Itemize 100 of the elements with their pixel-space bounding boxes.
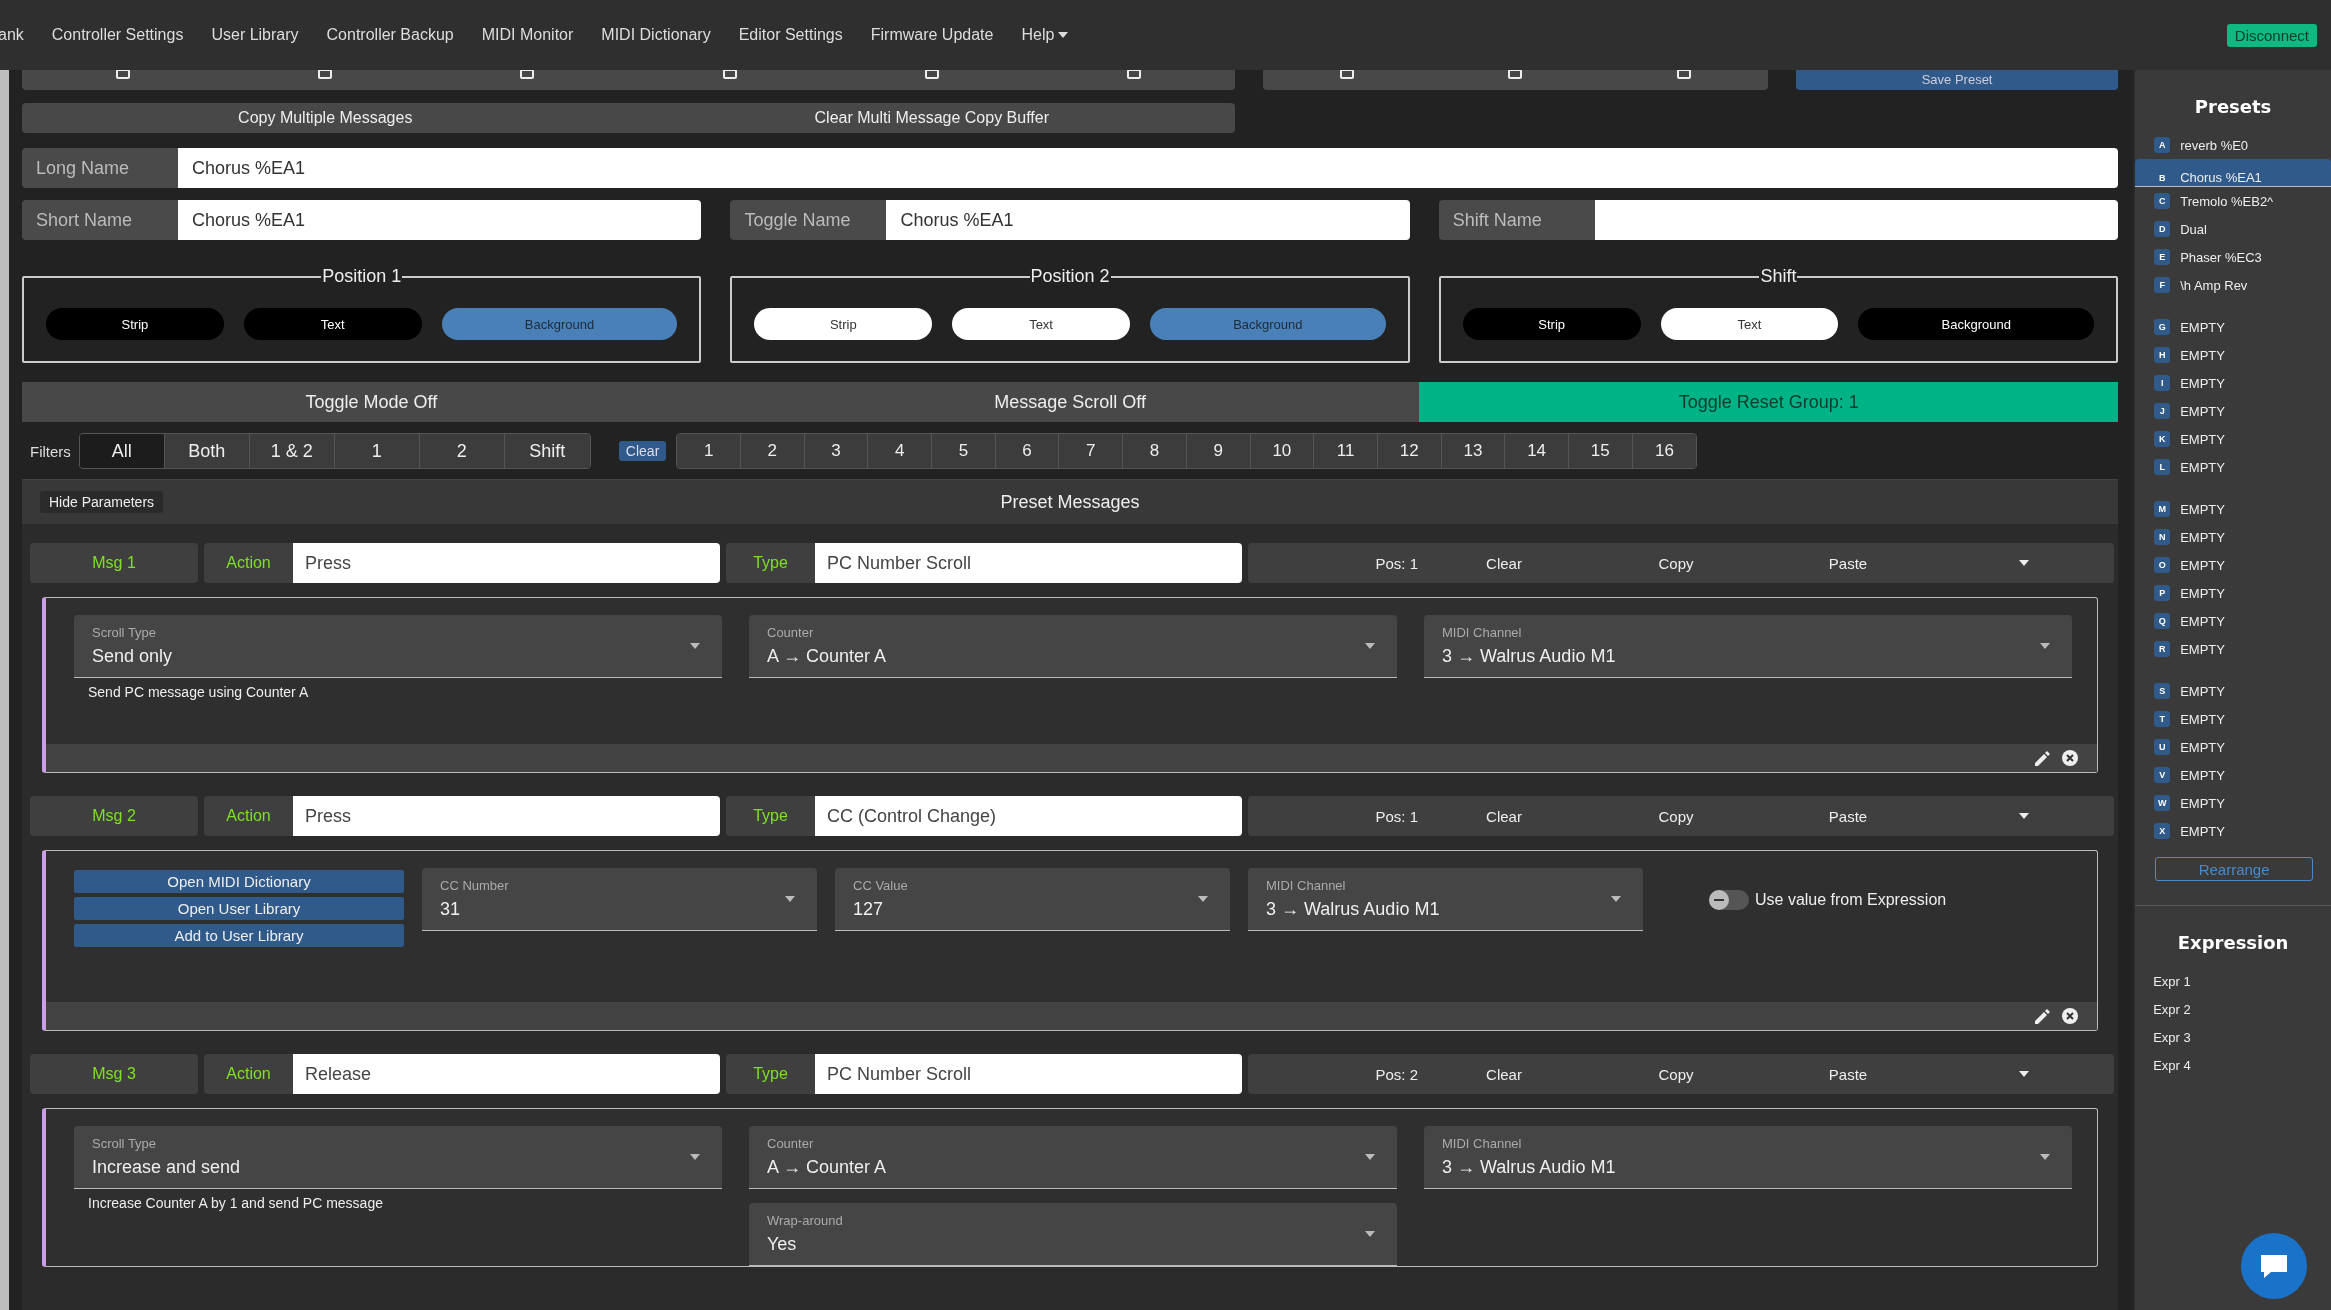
mode-button[interactable]: Toggle Reset Group: 1	[1419, 382, 2119, 422]
scrollbar[interactable]	[0, 70, 9, 1310]
action-field[interactable]: Release	[293, 1054, 720, 1094]
filter-button[interactable]: All	[79, 434, 165, 468]
number-filter-button[interactable]: 1	[677, 434, 741, 468]
number-filter-button[interactable]: 8	[1123, 434, 1187, 468]
filter-button[interactable]: 1 & 2	[249, 434, 335, 468]
expression-item[interactable]: Expr 4	[2135, 1051, 2331, 1079]
preset-item[interactable]: G EMPTY	[2135, 313, 2331, 341]
filter-button[interactable]: 1	[334, 434, 420, 468]
pencil-icon[interactable]	[2034, 749, 2052, 767]
expression-item[interactable]: Expr 2	[2135, 995, 2331, 1023]
select-field[interactable]: CC Value 127	[835, 868, 1230, 931]
preset-item[interactable]: R EMPTY	[2135, 635, 2331, 663]
preset-item[interactable]: E Phaser %EC3	[2135, 243, 2331, 271]
preset-item[interactable]: M EMPTY	[2135, 495, 2331, 523]
message-tool-button[interactable]: Paste	[1762, 806, 1934, 826]
pencil-icon[interactable]	[2034, 1007, 2052, 1025]
number-filter-button[interactable]: 11	[1314, 434, 1378, 468]
name-field[interactable]: Chorus %EA1	[886, 200, 1410, 240]
nav-link[interactable]: Controller Settings	[51, 26, 184, 44]
select-field[interactable]: MIDI Channel 3 → Walrus Audio M1	[1248, 868, 1643, 931]
disconnect-button[interactable]: Disconnect	[2226, 23, 2317, 47]
preset-item[interactable]: N EMPTY	[2135, 523, 2331, 551]
preset-item[interactable]: X EMPTY	[2135, 817, 2331, 845]
preset-item[interactable]: D Dual	[2135, 215, 2331, 243]
select-field[interactable]: CC Number 31	[422, 868, 817, 931]
preset-item[interactable]: L EMPTY	[2135, 453, 2331, 481]
message-tool-button[interactable]: Clear	[1418, 553, 1590, 573]
expression-item[interactable]: Expr 3	[2135, 1023, 2331, 1051]
number-filter-button[interactable]: 14	[1505, 434, 1569, 468]
long-name-field[interactable]: Chorus %EA1	[178, 148, 2119, 188]
toggle-switch[interactable]	[1709, 890, 1749, 910]
color-button[interactable]: Text	[243, 308, 422, 340]
tool-icon[interactable]	[1676, 70, 1691, 79]
tool-icon[interactable]	[318, 70, 333, 79]
message-tool-button[interactable]: Paste	[1762, 1064, 1934, 1084]
message-tool-button[interactable]: Copy	[1590, 553, 1762, 573]
select-field[interactable]: Counter A → Counter A	[749, 615, 1397, 678]
number-filter-button[interactable]: 9	[1186, 434, 1251, 468]
color-button[interactable]: Strip	[1462, 308, 1641, 340]
preset-item[interactable]: A reverb %E0	[2135, 131, 2331, 159]
preset-item[interactable]: T EMPTY	[2135, 705, 2331, 733]
copy-button[interactable]: Copy Multiple Messages	[22, 103, 629, 133]
action-button[interactable]: Add to User Library	[74, 924, 404, 947]
nav-link[interactable]: Editor Settings	[738, 26, 843, 44]
message-tool-button[interactable]: Copy	[1590, 806, 1762, 826]
color-button[interactable]: Strip	[754, 308, 933, 340]
tool-icon[interactable]	[116, 70, 131, 79]
preset-item[interactable]: B Chorus %EA1	[2135, 159, 2331, 187]
select-field[interactable]: Counter A → Counter A	[749, 1126, 1397, 1189]
number-filter-button[interactable]: 7	[1059, 434, 1124, 468]
preset-item[interactable]: F \h Amp Rev	[2135, 271, 2331, 299]
filter-button[interactable]: Shift	[504, 434, 590, 468]
type-field[interactable]: PC Number Scroll	[815, 543, 1242, 583]
number-filter-button[interactable]: 4	[868, 434, 933, 468]
type-field[interactable]: PC Number Scroll	[815, 1054, 1242, 1094]
color-button[interactable]: Background	[1858, 308, 2095, 340]
nav-link[interactable]: Firmware Update	[870, 26, 994, 44]
select-field[interactable]: Scroll Type Send only	[74, 615, 722, 678]
number-filter-button[interactable]: 10	[1250, 434, 1315, 468]
action-button[interactable]: Open MIDI Dictionary	[74, 870, 404, 893]
preset-item[interactable]: C Tremolo %EB2^	[2135, 187, 2331, 215]
clear-button[interactable]: Clear	[618, 441, 667, 461]
tool-icon[interactable]	[1508, 70, 1523, 79]
expression-item[interactable]: Expr 1	[2135, 967, 2331, 995]
nav-link[interactable]: Help	[1021, 26, 1069, 44]
nav-link[interactable]: Controller Backup	[326, 26, 454, 44]
preset-item[interactable]: P EMPTY	[2135, 579, 2331, 607]
preset-item[interactable]: I EMPTY	[2135, 369, 2331, 397]
message-tool-button[interactable]: Paste	[1762, 553, 1934, 573]
color-button[interactable]: Text	[952, 308, 1130, 340]
name-field[interactable]	[1594, 200, 2119, 240]
name-field[interactable]: Chorus %EA1	[178, 200, 702, 240]
number-filter-button[interactable]: 12	[1377, 434, 1442, 468]
select-field[interactable]: Wrap-around Yes	[749, 1203, 1397, 1266]
nav-link[interactable]: MIDI Monitor	[481, 26, 574, 44]
mode-button[interactable]: Toggle Mode Off	[22, 382, 721, 422]
nav-link[interactable]: User Library	[211, 26, 299, 44]
preset-item[interactable]: W EMPTY	[2135, 789, 2331, 817]
nav-link[interactable]: MIDI Dictionary	[601, 26, 711, 44]
filter-button[interactable]: 2	[419, 434, 505, 468]
number-filter-button[interactable]: 5	[932, 434, 996, 468]
tool-icon[interactable]	[1126, 70, 1141, 79]
message-tool-button[interactable]: Clear	[1418, 1064, 1590, 1084]
tool-icon[interactable]	[924, 70, 939, 79]
preset-item[interactable]: K EMPTY	[2135, 425, 2331, 453]
close-icon[interactable]	[2061, 1007, 2080, 1025]
message-tool-button[interactable]: Clear	[1418, 806, 1590, 826]
number-filter-button[interactable]: 2	[741, 434, 805, 468]
message-tool-button[interactable]: Copy	[1590, 1064, 1762, 1084]
number-filter-button[interactable]: 15	[1568, 434, 1633, 468]
tool-icon[interactable]	[1340, 70, 1355, 79]
preset-item[interactable]: O EMPTY	[2135, 551, 2331, 579]
hide-parameters-button[interactable]: Hide Parameters	[40, 491, 164, 513]
type-field[interactable]: CC (Control Change)	[815, 796, 1242, 836]
number-filter-button[interactable]: 3	[804, 434, 869, 468]
preset-item[interactable]: V EMPTY	[2135, 761, 2331, 789]
mode-button[interactable]: Message Scroll Off	[720, 382, 1420, 422]
color-button[interactable]: Strip	[46, 308, 224, 340]
